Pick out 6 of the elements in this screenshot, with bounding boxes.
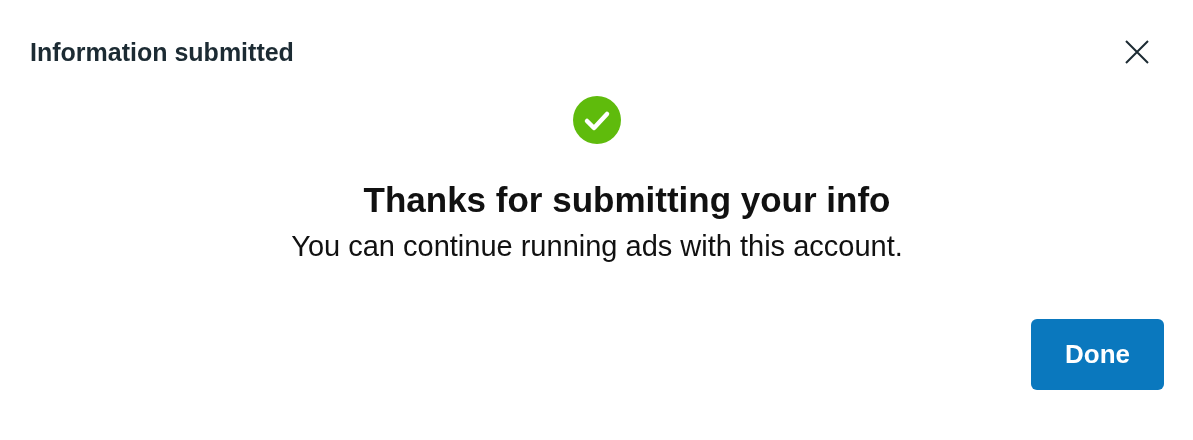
dialog-message: You can continue running ads with this account.	[290, 230, 904, 263]
check-circle-icon	[573, 96, 621, 144]
dialog-heading: Thanks for submitting your info	[362, 180, 892, 220]
close-icon[interactable]	[1124, 39, 1150, 65]
dialog-title: Information submitted	[30, 37, 294, 67]
done-button[interactable]: Done	[1031, 319, 1164, 390]
